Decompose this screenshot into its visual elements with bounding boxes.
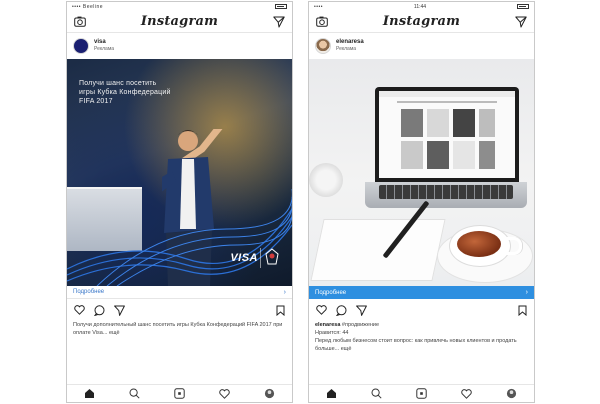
new-post-icon[interactable]	[416, 388, 428, 400]
comment-icon[interactable]	[335, 304, 347, 316]
direct-message-icon[interactable]	[272, 15, 286, 29]
status-carrier: •••• Beeline	[72, 3, 104, 10]
battery-icon	[516, 4, 529, 9]
instagram-logo: Instagram	[382, 14, 461, 29]
post-caption-header: elenaresa #продвижение	[309, 321, 534, 329]
avatar[interactable]	[73, 38, 89, 54]
app-header: Instagram	[67, 11, 292, 33]
laptop-keyboard	[379, 185, 513, 199]
battery-icon	[275, 4, 287, 9]
fifa-emblem-icon	[260, 248, 282, 268]
post-caption: Получи дополнительный шанс посетить игры…	[73, 322, 283, 336]
activity-icon[interactable]	[461, 388, 473, 400]
post-header: visa Реклама	[67, 33, 292, 59]
avatar[interactable]	[315, 38, 331, 54]
more-info-bar[interactable]: Подробнее ›	[67, 286, 292, 299]
phone-screen-right: •••• 11:44 Instagram elenaresa Реклама П…	[308, 1, 535, 403]
profile-icon[interactable]	[264, 388, 276, 400]
like-icon[interactable]	[73, 304, 85, 316]
post-caption: Перед любым бизнесом стоит вопрос: как п…	[315, 338, 517, 352]
bookmark-icon[interactable]	[516, 304, 528, 316]
camera-icon[interactable]	[73, 15, 87, 29]
post-image[interactable]: Получи шанс посетить игры Кубка Конфедер…	[67, 59, 292, 286]
post-likes[interactable]: Нравится: 44	[309, 329, 534, 337]
status-bar: •••• 11:44	[309, 2, 534, 11]
post-username[interactable]: visa	[94, 39, 114, 46]
phone-screen-left: •••• Beeline Instagram visa Реклама Полу…	[66, 1, 293, 403]
more-info-bar[interactable]: Подробнее ›	[309, 286, 534, 299]
comment-icon[interactable]	[93, 304, 105, 316]
laptop-display	[379, 91, 515, 178]
cup-handle	[505, 237, 522, 255]
status-bar: •••• Beeline	[67, 2, 292, 11]
activity-icon[interactable]	[219, 388, 231, 400]
share-icon[interactable]	[113, 304, 125, 316]
ad-headline: Получи шанс посетить игры Кубка Конфедер…	[79, 80, 171, 105]
tea	[457, 231, 501, 257]
post-username[interactable]: elenaresa	[336, 39, 364, 46]
post-image[interactable]	[309, 59, 534, 286]
profile-icon[interactable]	[506, 388, 518, 400]
post-actions	[67, 299, 292, 321]
caption-hashtag[interactable]: #продвижение	[342, 322, 379, 328]
bottom-nav	[67, 384, 292, 402]
post-header: elenaresa Реклама	[309, 33, 534, 59]
chevron-right-icon: ›	[525, 289, 528, 296]
decorative-wave-lines	[67, 189, 292, 286]
post-actions	[309, 299, 534, 321]
status-time: 11:44	[413, 3, 427, 10]
status-carrier: ••••	[314, 3, 324, 10]
home-icon[interactable]	[326, 388, 338, 400]
visa-logo: VISA	[230, 252, 258, 264]
search-icon[interactable]	[371, 388, 383, 400]
share-icon[interactable]	[355, 304, 367, 316]
more-info-label: Подробнее	[315, 289, 347, 296]
caption-username[interactable]: elenaresa	[315, 322, 340, 328]
like-icon[interactable]	[315, 304, 327, 316]
direct-message-icon[interactable]	[514, 15, 528, 29]
website-thumbnails	[379, 91, 515, 169]
new-post-icon[interactable]	[174, 388, 186, 400]
app-header: Instagram	[309, 11, 534, 33]
camera-icon[interactable]	[315, 15, 329, 29]
home-icon[interactable]	[84, 388, 96, 400]
sponsored-label: Реклама	[336, 46, 357, 52]
chevron-right-icon: ›	[283, 288, 286, 296]
bottom-nav	[309, 384, 534, 402]
glass-object	[309, 163, 343, 197]
instagram-logo: Instagram	[140, 14, 219, 29]
notebook	[310, 219, 446, 281]
sponsored-label: Реклама	[94, 46, 115, 52]
more-info-label: Подробнее	[73, 289, 105, 295]
bookmark-icon[interactable]	[274, 304, 286, 316]
search-icon[interactable]	[129, 388, 141, 400]
laptop-screen	[375, 87, 519, 182]
